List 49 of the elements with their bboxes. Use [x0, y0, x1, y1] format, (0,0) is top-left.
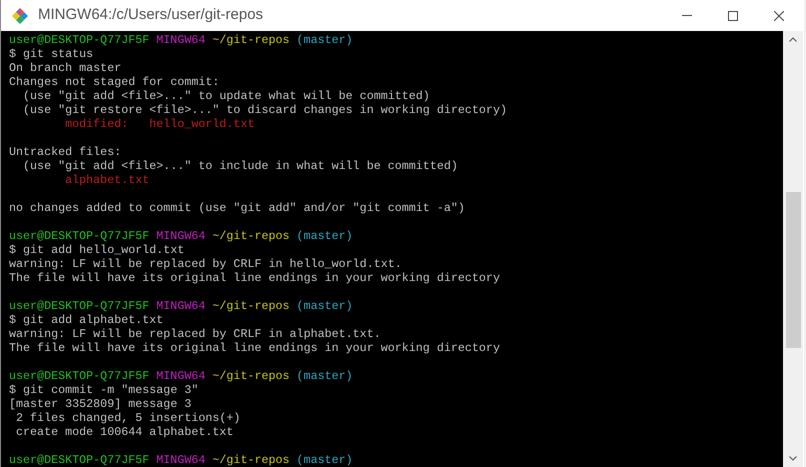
prompt-user: user@DESKTOP-Q77JF5F — [9, 229, 150, 243]
window-title: MINGW64:/c/Users/user/git-repos — [38, 5, 264, 26]
prompt-user: user@DESKTOP-Q77JF5F — [9, 369, 150, 383]
prompt-branch: (master) — [296, 369, 353, 383]
output-line: Changes not staged for commit: — [9, 75, 220, 89]
file-status-line: modified: hello_world.txt — [64, 117, 254, 131]
prompt-path: ~/git-repos — [212, 453, 290, 467]
prompt-branch: (master) — [296, 453, 353, 467]
prompt-path: ~/git-repos — [212, 369, 290, 383]
output-line: (use "git add <file>..." to include in what will be committed) — [22, 159, 458, 173]
maximize-icon — [728, 10, 738, 20]
prompt-branch: (master) — [296, 229, 353, 243]
output-line: $ git add alphabet.txt — [9, 313, 164, 327]
scroll-up-icon — [789, 37, 797, 42]
output-line: warning: LF will be replaced by CRLF in hello_world.txt. — [9, 257, 402, 271]
minimize-icon — [682, 15, 692, 16]
output-line: create mode 100644 alphabet.txt — [15, 425, 234, 439]
prompt-system: MINGW64 — [156, 229, 206, 243]
app-logo-icon — [11, 6, 29, 24]
prompt-path: ~/git-repos — [212, 299, 290, 313]
prompt-path: ~/git-repos — [212, 229, 290, 243]
prompt-system: MINGW64 — [156, 33, 206, 47]
output-line: (use "git add <file>..." to update what will be committed) — [22, 89, 430, 103]
prompt-path: ~/git-repos — [212, 33, 290, 47]
output-line: $ git add hello_world.txt — [9, 243, 184, 257]
output-line: The file will have its original line endings in your working directory — [9, 341, 500, 355]
output-line: The file will have its original line endings in your working directory — [9, 271, 500, 285]
output-line: $ git commit -m "message 3" — [9, 383, 198, 397]
output-line: $ git status — [9, 47, 94, 61]
scroll-down-icon — [789, 456, 797, 461]
prompt-user: user@DESKTOP-Q77JF5F — [9, 453, 150, 467]
scrollbar-thumb[interactable] — [786, 192, 800, 348]
output-line: warning: LF will be replaced by CRLF in alphabet.txt. — [9, 327, 381, 341]
prompt-system: MINGW64 — [156, 369, 206, 383]
output-line: 2 files changed, 5 insertions(+) — [15, 411, 240, 425]
prompt-branch: (master) — [296, 299, 353, 313]
output-line: no changes added to commit (use "git add" and/or "git commit -a") — [9, 201, 465, 215]
prompt-system: MINGW64 — [156, 453, 206, 467]
file-status-line: alphabet.txt — [64, 173, 150, 187]
output-line: Untracked files: — [9, 145, 122, 159]
prompt-user: user@DESKTOP-Q77JF5F — [9, 299, 150, 313]
prompt-system: MINGW64 — [156, 299, 206, 313]
prompt-branch: (master) — [296, 33, 353, 47]
output-line: (use "git restore <file>..." to discard changes in working directory) — [22, 103, 507, 117]
scrollbar[interactable] — [783, 31, 803, 467]
output-line: On branch master — [9, 61, 122, 75]
prompt-user: user@DESKTOP-Q77JF5F — [9, 33, 150, 47]
output-line: [master 3352809] message 3 — [9, 397, 192, 411]
close-icon — [774, 10, 784, 20]
